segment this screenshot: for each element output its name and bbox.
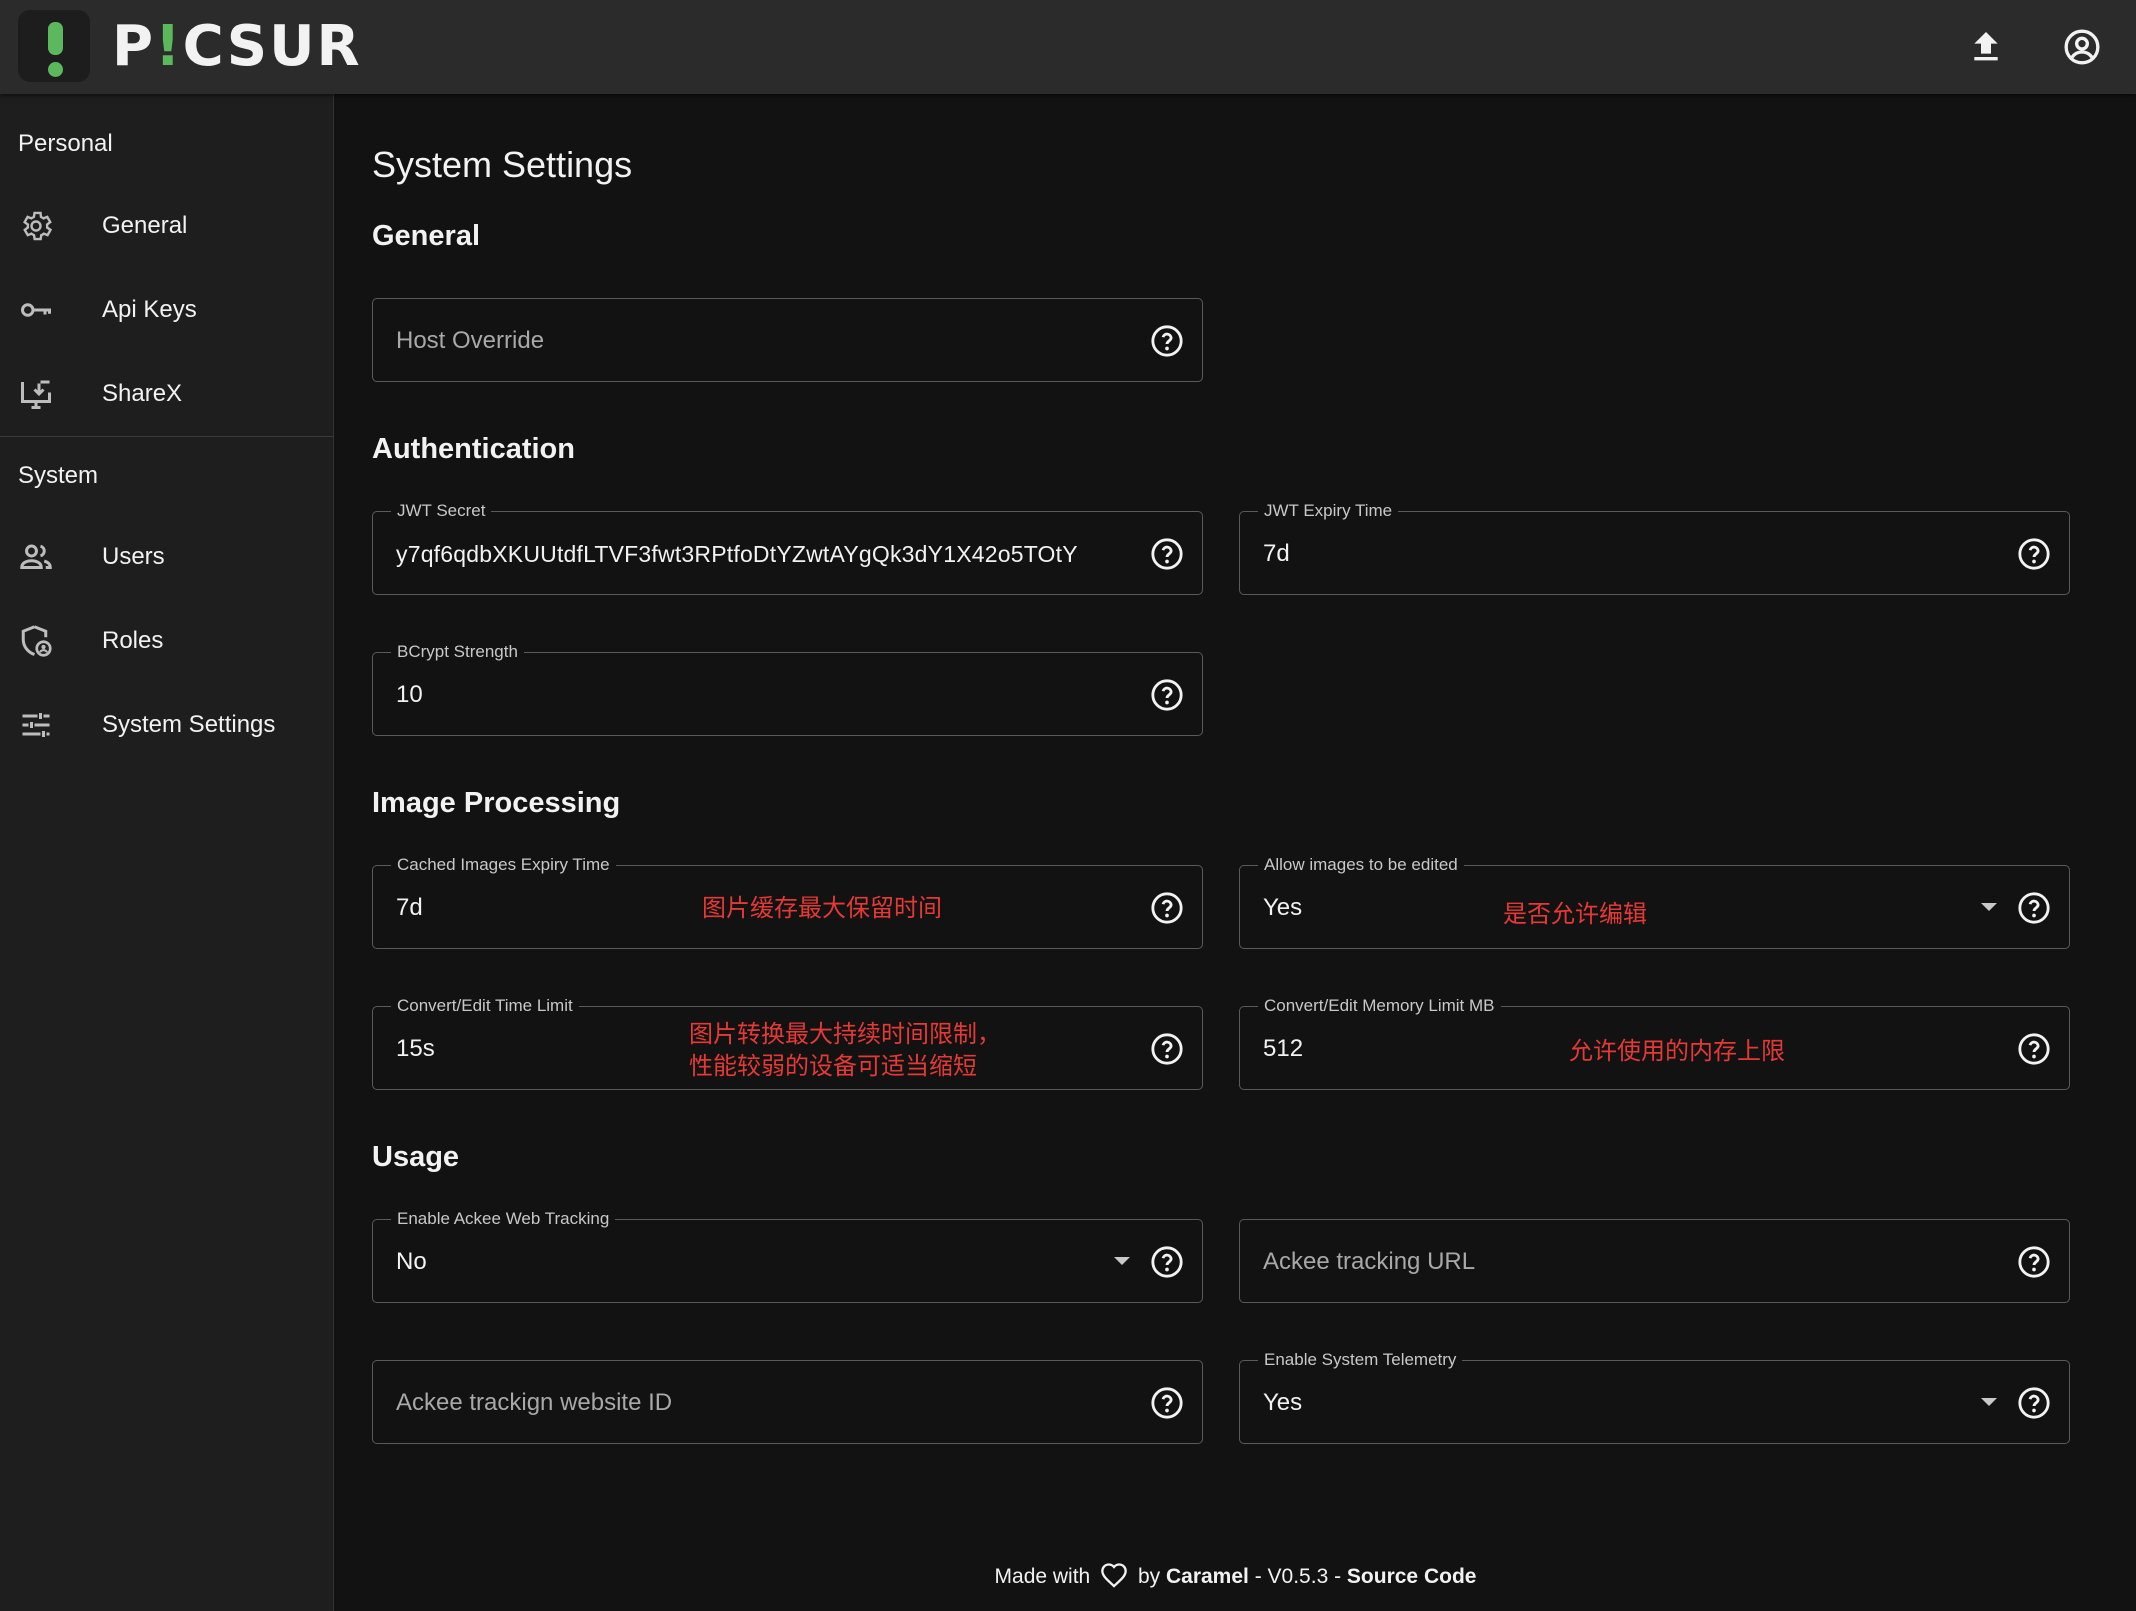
logo-exclamation-bar bbox=[48, 22, 63, 55]
section-title-usage: Usage bbox=[372, 1141, 460, 1173]
gear-icon bbox=[23, 211, 53, 241]
help-icon[interactable] bbox=[2017, 1032, 2051, 1066]
sidebar-item-api-keys[interactable]: Api Keys bbox=[0, 268, 334, 352]
key-icon bbox=[21, 303, 51, 317]
telemetry-value: Yes bbox=[1263, 1389, 1303, 1416]
users-icon bbox=[20, 544, 52, 569]
tune-sliders-icon bbox=[22, 713, 50, 737]
upload-icon[interactable] bbox=[1966, 27, 2006, 67]
bcrypt-strength-value: 10 bbox=[396, 681, 423, 708]
annotation-convert-time-line1: 图片转换最大持续时间限制， bbox=[689, 1020, 1001, 1048]
sidebar-item-sharex[interactable]: ShareX bbox=[0, 352, 334, 436]
page-title: System Settings bbox=[372, 144, 633, 185]
host-override-field[interactable]: Host Override bbox=[372, 298, 1203, 382]
section-title-authentication: Authentication bbox=[372, 433, 575, 465]
section-title-general: General bbox=[372, 220, 480, 252]
footer: Made with by Caramel - V0.5.3 - Source C… bbox=[335, 1562, 2136, 1589]
footer-by: by bbox=[1137, 1565, 1161, 1588]
help-icon[interactable] bbox=[1150, 1032, 1184, 1066]
help-icon[interactable] bbox=[1150, 1386, 1184, 1420]
sidebar-item-roles[interactable]: Roles bbox=[0, 599, 334, 683]
sidebar-item-label: General bbox=[102, 212, 188, 239]
chevron-down-icon[interactable] bbox=[1981, 1398, 1997, 1406]
annotation-allow-edit: 是否允许编辑 bbox=[1503, 900, 1647, 928]
help-icon[interactable] bbox=[1150, 324, 1184, 358]
telemetry-select[interactable]: Enable System Telemetry Yes bbox=[1239, 1350, 2070, 1444]
chevron-down-icon[interactable] bbox=[1114, 1257, 1130, 1265]
help-icon[interactable] bbox=[1150, 891, 1184, 925]
sidebar-item-label: System Settings bbox=[102, 711, 276, 738]
sidebar-item-label: Roles bbox=[102, 627, 164, 654]
sidebar-item-general[interactable]: General bbox=[0, 184, 334, 268]
brand-right: CSUR bbox=[182, 14, 362, 79]
brand-name[interactable]: P!CSUR bbox=[112, 14, 362, 80]
footer-author-link[interactable]: Caramel bbox=[1166, 1565, 1249, 1588]
footer-version: - V0.5.3 - bbox=[1254, 1565, 1342, 1588]
sidebar-divider bbox=[0, 436, 334, 437]
ackee-website-id-field[interactable]: Ackee trackign website ID bbox=[372, 1360, 1203, 1444]
sidebar-item-system-settings[interactable]: System Settings bbox=[0, 683, 334, 767]
bcrypt-strength-field[interactable]: BCrypt Strength 10 bbox=[372, 642, 1203, 736]
sidebar-item-label: Users bbox=[102, 543, 165, 570]
logo-exclamation-dot bbox=[48, 62, 63, 77]
section-title-image-processing: Image Processing bbox=[372, 787, 621, 819]
help-icon[interactable] bbox=[2017, 891, 2051, 925]
sidebar: Personal General Api Keys ShareX System … bbox=[0, 94, 334, 1611]
sidebar-section-system: System bbox=[18, 462, 99, 489]
brand-accent: ! bbox=[155, 14, 183, 79]
annotation-convert-time-line2: 性能较弱的设备可适当缩短 bbox=[689, 1052, 977, 1080]
help-icon[interactable] bbox=[1150, 537, 1184, 571]
host-override-placeholder: Host Override bbox=[396, 327, 545, 354]
help-icon[interactable] bbox=[2017, 537, 2051, 571]
jwt-expiry-value: 7d bbox=[1263, 540, 1290, 567]
sidebar-item-users[interactable]: Users bbox=[0, 515, 334, 599]
ackee-url-field[interactable]: Ackee tracking URL bbox=[1239, 1219, 2070, 1303]
help-icon[interactable] bbox=[2017, 1386, 2051, 1420]
jwt-secret-field[interactable]: JWT Secret y7qf6qdbXKUUtdfLTVF3fwt3RPtfo… bbox=[372, 501, 1203, 595]
main-content: System Settings General Host Override Au… bbox=[335, 94, 2136, 1611]
ackee-url-placeholder: Ackee tracking URL bbox=[1263, 1248, 1476, 1275]
allow-edit-select[interactable]: Allow images to be edited Yes bbox=[1239, 855, 2070, 949]
heart-icon bbox=[1101, 1563, 1127, 1588]
shield-user-icon bbox=[21, 625, 52, 657]
sharex-download-icon bbox=[21, 380, 51, 409]
help-icon[interactable] bbox=[2017, 1245, 2051, 1279]
chevron-down-icon[interactable] bbox=[1981, 903, 1997, 911]
sidebar-item-label: Api Keys bbox=[102, 296, 197, 323]
help-icon[interactable] bbox=[1150, 1245, 1184, 1279]
sidebar-section-personal: Personal bbox=[18, 130, 113, 157]
ackee-website-id-placeholder: Ackee trackign website ID bbox=[396, 1389, 673, 1416]
help-icon[interactable] bbox=[1150, 678, 1184, 712]
annotation-convert-memory: 允许使用的内存上限 bbox=[1569, 1037, 1785, 1065]
jwt-expiry-field[interactable]: JWT Expiry Time 7d bbox=[1239, 501, 2070, 595]
footer-source-code-link[interactable]: Source Code bbox=[1347, 1565, 1477, 1588]
app-logo[interactable] bbox=[18, 10, 90, 82]
ackee-tracking-select[interactable]: Enable Ackee Web Tracking No bbox=[372, 1209, 1203, 1303]
footer-made-with: Made with bbox=[994, 1565, 1091, 1588]
ackee-tracking-value: No bbox=[396, 1248, 427, 1275]
brand-left: P bbox=[112, 14, 156, 79]
jwt-secret-value: y7qf6qdbXKUUtdfLTVF3fwt3RPtfoDtYZwtAYgQk… bbox=[396, 541, 1078, 567]
account-circle-icon[interactable] bbox=[2062, 27, 2102, 67]
annotation-cache-expiry: 图片缓存最大保留时间 bbox=[702, 894, 942, 922]
sidebar-item-label: ShareX bbox=[102, 380, 183, 407]
top-app-bar: P!CSUR bbox=[0, 0, 2136, 94]
